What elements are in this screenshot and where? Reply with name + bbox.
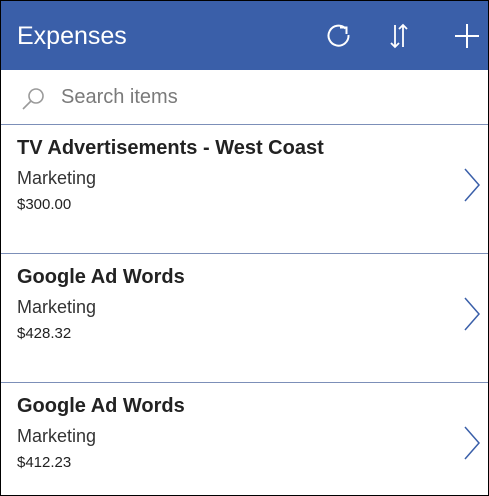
chevron-right-icon[interactable]: [463, 425, 481, 466]
search-bar: [1, 70, 488, 125]
page-title: Expenses: [17, 22, 127, 50]
expense-list: TV Advertisements - West Coast Marketing…: [1, 125, 488, 495]
list-item[interactable]: TV Advertisements - West Coast Marketing…: [1, 125, 488, 254]
item-title: Google Ad Words: [17, 266, 185, 288]
item-amount: $412.23: [17, 454, 72, 471]
item-amount: $300.00: [17, 196, 72, 213]
item-title: TV Advertisements - West Coast: [17, 137, 324, 159]
sort-button[interactable]: [379, 15, 419, 57]
app-screen: Expenses Search items TV Advertisements …: [0, 0, 489, 496]
chevron-right-icon[interactable]: [463, 296, 481, 337]
sort-icon: [388, 21, 410, 51]
item-title: Google Ad Words: [17, 395, 185, 417]
refresh-icon: [326, 22, 352, 50]
refresh-button[interactable]: [319, 15, 359, 57]
item-category: Marketing: [17, 426, 97, 446]
search-icon: [21, 85, 49, 118]
search-input[interactable]: [61, 82, 461, 112]
chevron-right-icon[interactable]: [463, 167, 481, 208]
header-bar: Expenses: [1, 1, 488, 70]
item-category: Marketing: [17, 297, 97, 317]
list-item[interactable]: Google Ad Words Marketing $412.23: [1, 383, 488, 495]
add-button[interactable]: [447, 15, 487, 57]
list-item[interactable]: Google Ad Words Marketing $428.32: [1, 254, 488, 383]
item-amount: $428.32: [17, 325, 72, 342]
item-category: Marketing: [17, 168, 97, 188]
plus-icon: [453, 22, 481, 50]
